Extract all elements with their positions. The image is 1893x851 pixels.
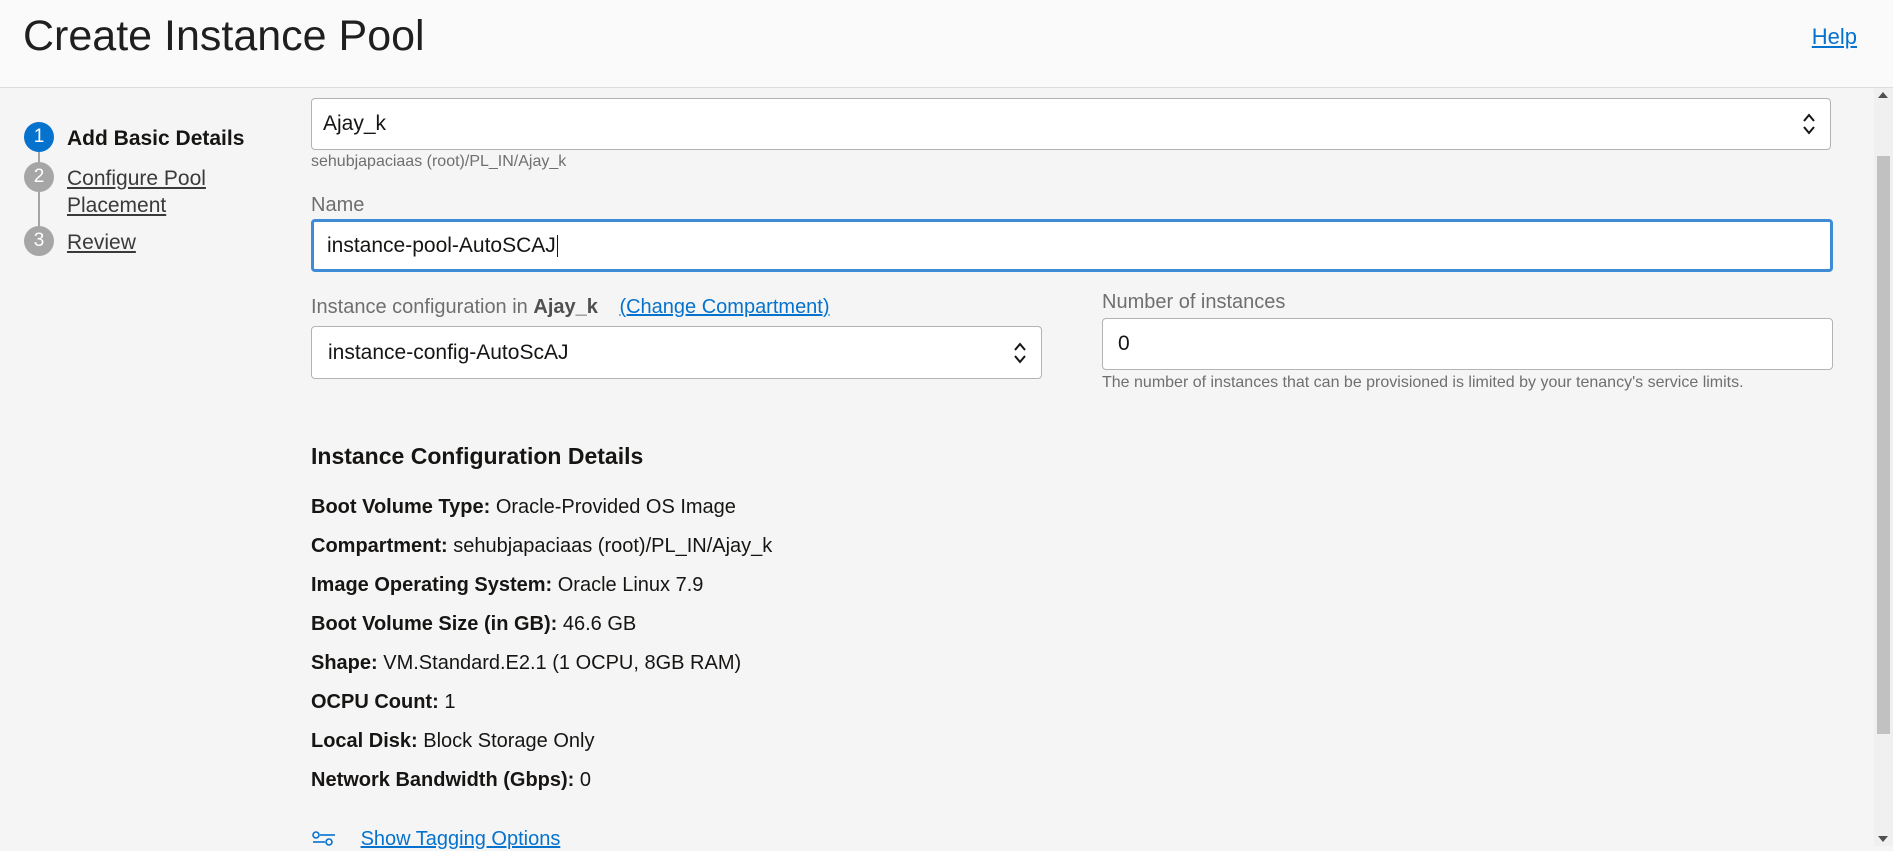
instance-config-label: Instance configuration in Ajay_k (Change… [311,296,830,319]
detail-boot-volume-type: Boot Volume Type: Oracle-Provided OS Ima… [311,496,736,519]
detail-value: 46.6 GB [562,613,637,635]
name-input[interactable]: instance-pool-AutoSCAJ [311,219,1833,272]
detail-value: 1 [444,691,456,713]
chevron-up-down-icon [1803,113,1815,135]
instances-input[interactable]: 0 [1102,318,1833,370]
detail-network-bandwidth: Network Bandwidth (Gbps): 0 [311,769,591,792]
detail-key: Shape: [311,652,378,674]
compartment-select[interactable]: Ajay_k [311,98,1831,150]
show-tagging-options-label: Show Tagging Options [360,828,561,850]
detail-image-os: Image Operating System: Oracle Linux 7.9 [311,574,703,597]
step-1-label: Add Basic Details [67,127,245,150]
detail-key: Boot Volume Type: [311,496,491,518]
chevron-up-down-icon [1014,341,1026,364]
detail-value: 0 [579,769,592,791]
text-caret [556,235,558,258]
step-1-number: 1 [24,122,54,152]
scroll-down-arrow-icon[interactable] [1878,836,1888,842]
step-3-number: 3 [24,226,54,256]
name-input-value: instance-pool-AutoSCAJ [327,234,556,257]
detail-key: Local Disk: [311,730,418,752]
detail-key: OCPU Count: [311,691,439,713]
compartment-select-value: Ajay_k [323,112,387,135]
detail-value: Oracle-Provided OS Image [495,496,736,518]
detail-value: Block Storage Only [423,730,595,752]
detail-key: Boot Volume Size (in GB): [311,613,558,635]
detail-value: sehubjapaciaas (root)/PL_IN/Ajay_k [453,535,773,557]
help-link[interactable]: Help [1812,24,1857,50]
detail-key: Network Bandwidth (Gbps): [311,769,575,791]
page-title: Create Instance Pool [23,12,425,60]
show-tagging-options-link[interactable]: Show Tagging Options [311,828,560,851]
detail-boot-volume-size: Boot Volume Size (in GB): 46.6 GB [311,613,636,636]
details-title: Instance Configuration Details [311,443,644,469]
page-header: Create Instance Pool Help [0,0,1893,88]
step-3-label[interactable]: Review [67,229,136,256]
detail-ocpu-count: OCPU Count: 1 [311,691,455,714]
step-2-number: 2 [24,162,54,192]
instance-config-compartment: Ajay_k [533,296,598,318]
detail-value: Oracle Linux 7.9 [557,574,704,596]
instance-config-select-value: instance-config-AutoScAJ [328,341,569,364]
detail-shape: Shape: VM.Standard.E2.1 (1 OCPU, 8GB RAM… [311,652,741,675]
instances-label: Number of instances [1102,291,1286,313]
instance-config-label-prefix: Instance configuration in [311,296,528,318]
step-connector [38,192,40,226]
detail-key: Image Operating System: [311,574,553,596]
detail-value: VM.Standard.E2.1 (1 OCPU, 8GB RAM) [383,652,742,674]
scroll-up-arrow-icon[interactable] [1878,92,1888,98]
change-compartment-link[interactable]: (Change Compartment) [619,296,829,318]
detail-key: Compartment: [311,535,448,557]
detail-compartment: Compartment: sehubjapaciaas (root)/PL_IN… [311,535,772,558]
instances-help: The number of instances that can be prov… [1102,374,1744,391]
instances-input-value: 0 [1118,332,1130,355]
tag-options-icon [312,830,335,846]
detail-local-disk: Local Disk: Block Storage Only [311,730,594,753]
step-2-label[interactable]: Configure Pool Placement [67,165,237,219]
step-connector [38,152,40,162]
compartment-path: sehubjapaciaas (root)/PL_IN/Ajay_k [311,153,567,170]
instance-config-select[interactable]: instance-config-AutoScAJ [311,326,1042,379]
name-label: Name [311,194,365,216]
page-scrollbar[interactable] [1874,88,1893,846]
scrollbar-thumb[interactable] [1877,156,1890,734]
